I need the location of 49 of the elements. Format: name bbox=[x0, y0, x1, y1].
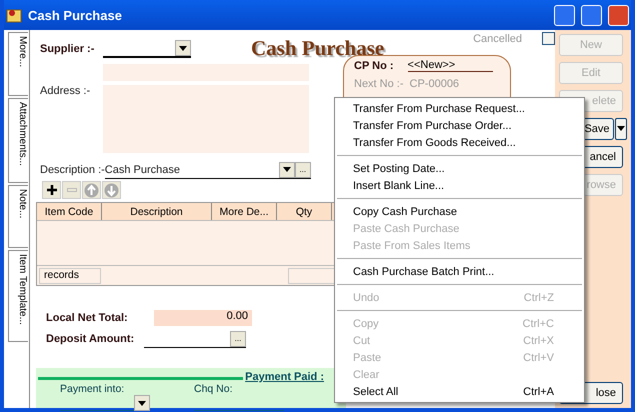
menu-item[interactable]: Cash Purchase Batch Print... bbox=[335, 263, 584, 280]
description-label: Description :- bbox=[39, 164, 105, 176]
supplier-dropdown[interactable] bbox=[103, 40, 191, 58]
payment-field-label: Chq No: bbox=[194, 383, 234, 395]
payment-input[interactable] bbox=[60, 395, 150, 411]
form-heading: Cash Purchase bbox=[251, 36, 384, 61]
description-value: Cash Purchase bbox=[104, 164, 180, 176]
column-header[interactable]: More De... bbox=[212, 203, 277, 220]
more-button[interactable]: ... bbox=[230, 330, 246, 346]
description-dropdown[interactable]: Cash Purchase ... bbox=[104, 161, 311, 179]
cancelled-label: Cancelled bbox=[473, 32, 522, 44]
deposit-amount-field[interactable]: ... bbox=[144, 330, 246, 348]
minus-icon bbox=[66, 188, 76, 192]
cp-no-label: CP No : bbox=[354, 60, 394, 72]
side-tab[interactable]: Attachments... bbox=[8, 98, 28, 183]
more-button[interactable]: ... bbox=[294, 162, 311, 178]
side-tab[interactable]: More... bbox=[8, 32, 28, 96]
column-header[interactable]: Item Code bbox=[37, 203, 102, 220]
caret-icon bbox=[179, 46, 187, 50]
caret-icon bbox=[282, 167, 291, 172]
supplier-label: Supplier :- bbox=[40, 43, 94, 55]
caret-icon bbox=[617, 126, 625, 130]
cp-no-value: <<New>> bbox=[408, 59, 493, 72]
window-title: Cash Purchase bbox=[28, 8, 123, 22]
local-net-total-label: Local Net Total: bbox=[46, 312, 129, 324]
up-arrow-icon bbox=[84, 182, 99, 198]
local-net-total-value: 0.00 bbox=[154, 310, 252, 326]
side-tab[interactable]: Note... bbox=[8, 185, 28, 248]
next-no-value: CP-00006 bbox=[410, 78, 460, 90]
payment-paid-title: Payment Paid : bbox=[244, 371, 325, 383]
address-label: Address :- bbox=[40, 85, 90, 97]
dropdown-button[interactable] bbox=[615, 118, 627, 140]
down-arrow-icon bbox=[104, 182, 119, 198]
payment-field-label: Payment into: bbox=[60, 383, 126, 395]
menu-item[interactable]: Copy Cash Purchase bbox=[335, 203, 584, 220]
close-button[interactable] bbox=[608, 4, 629, 26]
side-tab[interactable]: Item Template... bbox=[8, 250, 28, 342]
app-icon bbox=[6, 7, 22, 23]
maximize-button[interactable] bbox=[581, 4, 602, 26]
column-header[interactable]: Description bbox=[102, 203, 212, 220]
caret-icon bbox=[138, 400, 146, 406]
column-header[interactable]: Qty bbox=[277, 203, 332, 220]
records-count: records bbox=[39, 268, 101, 284]
minimize-button[interactable] bbox=[554, 4, 575, 26]
cancelled-checkbox[interactable] bbox=[542, 32, 555, 45]
next-no-label: Next No :- bbox=[354, 78, 404, 90]
add-button[interactable] bbox=[42, 181, 61, 199]
deposit-amount-label: Deposit Amount: bbox=[46, 333, 136, 345]
plus-icon bbox=[46, 185, 56, 195]
